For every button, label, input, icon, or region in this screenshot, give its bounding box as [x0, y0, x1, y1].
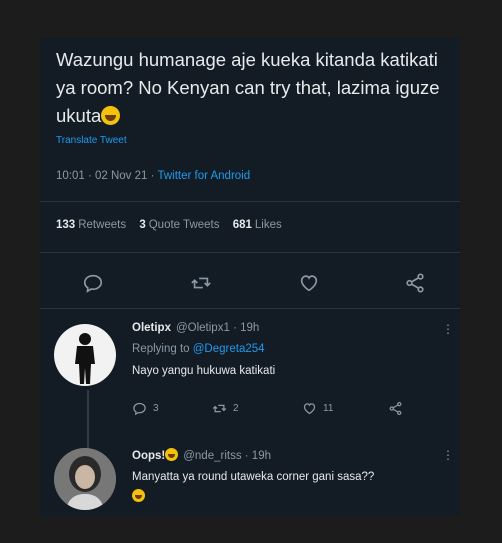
- more-options-icon[interactable]: ⋮: [442, 322, 454, 336]
- divider: [40, 252, 460, 253]
- person-photo-icon: [54, 448, 116, 510]
- person-silhouette-icon: [75, 333, 95, 384]
- more-options-icon[interactable]: ⋮: [442, 448, 454, 462]
- replying-to: Replying to @Degreta254: [132, 343, 265, 355]
- tweet-time: 10:01 · 02 Nov 21: [56, 170, 148, 182]
- tweet-text: Wazungu humanage aje kueka kitanda katik…: [56, 49, 440, 126]
- reply-author[interactable]: Oletipx @Oletipx1 · 19h: [132, 322, 259, 334]
- divider: [40, 201, 460, 202]
- tweet-source-link[interactable]: Twitter for Android: [157, 170, 250, 182]
- mention-link[interactable]: @Degreta254: [193, 343, 265, 355]
- reply-text: Manyatta ya round utaweka corner gani sa…: [132, 467, 374, 507]
- likes-stat[interactable]: 681 Likes: [233, 219, 282, 231]
- retweets-stat[interactable]: 133 Retweets: [56, 219, 136, 231]
- reply-icon: [133, 402, 146, 416]
- smile-emoji-icon: [165, 448, 179, 461]
- share-button[interactable]: [388, 401, 403, 416]
- tweet-stats: 133 Retweets 3 Quote Tweets 681 Likes: [56, 219, 282, 231]
- quote-tweets-stat[interactable]: 3 Quote Tweets: [139, 219, 229, 231]
- divider: [40, 308, 460, 309]
- reply-tweet[interactable]: Oops! @nde_ritss · 19h ⋮ Manyatta ya roun…: [40, 436, 460, 516]
- reply-author[interactable]: Oops! @nde_ritss · 19h: [132, 448, 271, 462]
- retweet-icon: [212, 404, 227, 413]
- retweet-icon[interactable]: [190, 272, 212, 294]
- joy-emoji-icon: [132, 489, 145, 502]
- tweet-meta: 10:01 · 02 Nov 21 · Twitter for Android: [56, 170, 251, 182]
- translate-tweet-link[interactable]: Translate Tweet: [56, 135, 127, 146]
- like-icon[interactable]: [298, 272, 320, 294]
- retweet-button[interactable]: 2: [212, 401, 239, 416]
- joy-emoji-icon: [101, 106, 121, 125]
- like-icon: [303, 403, 316, 415]
- share-icon: [389, 401, 402, 416]
- avatar[interactable]: [54, 448, 116, 510]
- reply-icon[interactable]: [82, 272, 104, 294]
- like-button[interactable]: 11: [302, 401, 333, 416]
- share-icon[interactable]: [404, 272, 426, 294]
- avatar[interactable]: [54, 324, 116, 386]
- reply-text: Nayo yangu hukuwa katikati: [132, 365, 276, 377]
- tweet-detail-screen: Wazungu humanage aje kueka kitanda katik…: [40, 38, 460, 516]
- reply-tweet[interactable]: Oletipx @Oletipx1 · 19h ⋮ Replying to @De…: [40, 310, 460, 450]
- reply-button[interactable]: 3: [132, 401, 159, 416]
